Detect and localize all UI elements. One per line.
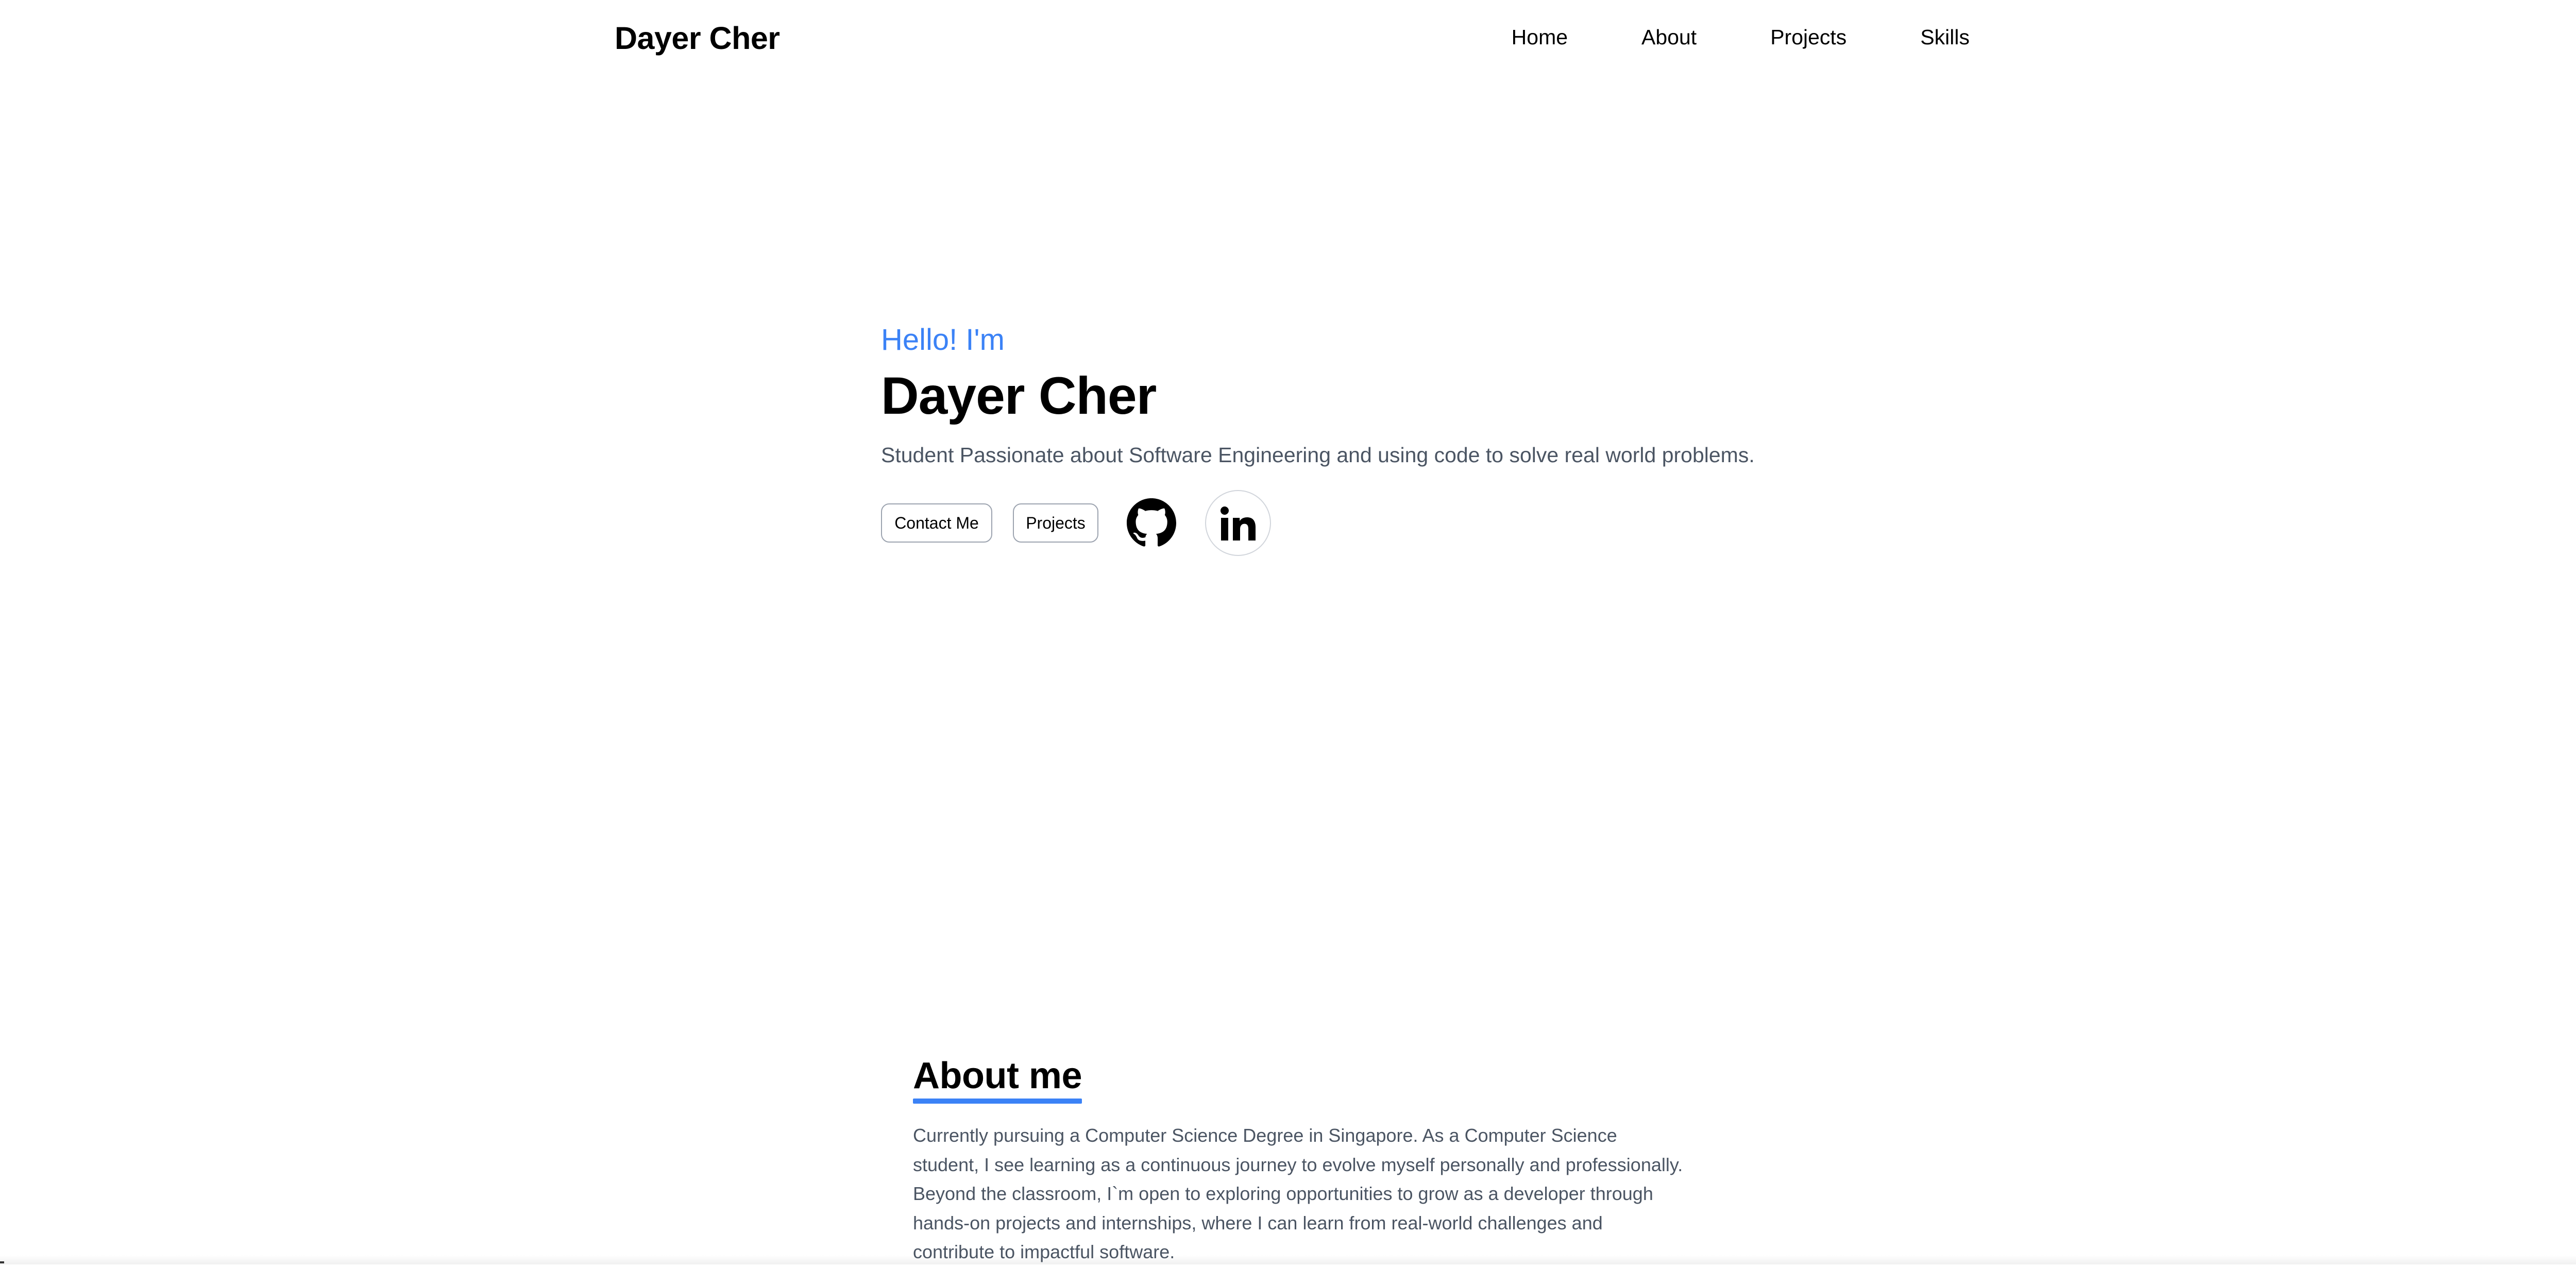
- hero-greeting: Hello! I'm: [881, 323, 1005, 357]
- hero-section: Hello! I'm Dayer Cher Student Passionate…: [881, 319, 1860, 556]
- bottom-shadow: [0, 1255, 2576, 1264]
- nav-about[interactable]: About: [1641, 22, 1697, 53]
- contact-me-button[interactable]: Contact Me: [881, 503, 992, 543]
- github-icon: [1127, 498, 1176, 547]
- about-line: Beyond the classroom, I`m open to explor…: [913, 1183, 1653, 1204]
- site-header: Dayer Cher Home About Projects Skills: [615, 0, 1970, 77]
- about-heading-underline: [913, 1099, 1082, 1104]
- projects-button[interactable]: Projects: [1013, 503, 1098, 543]
- github-link[interactable]: [1127, 498, 1176, 548]
- about-line: hands-on projects and internships, where…: [913, 1212, 1603, 1234]
- hero-actions: Contact Me Projects: [881, 489, 1271, 556]
- about-section: About me Currently pursuing a Computer S…: [913, 1051, 1717, 1267]
- about-line: student, I see learning as a continuous …: [913, 1154, 1683, 1175]
- about-paragraph: Currently pursuing a Computer Science De…: [913, 1121, 1717, 1267]
- about-heading-text: About me: [913, 1055, 1082, 1096]
- about-line: Currently pursuing a Computer Science De…: [913, 1125, 1617, 1146]
- nav-home[interactable]: Home: [1512, 22, 1568, 53]
- linkedin-icon: [1221, 506, 1256, 540]
- hero-tagline: Student Passionate about Software Engine…: [881, 443, 1755, 467]
- about-heading: About me: [913, 1051, 1082, 1104]
- brand-logo[interactable]: Dayer Cher: [615, 16, 780, 60]
- hero-name: Dayer Cher: [881, 366, 1157, 425]
- main-nav: Home About Projects Skills: [1512, 22, 1970, 53]
- edge-mark: [0, 1261, 4, 1263]
- linkedin-link[interactable]: [1205, 490, 1271, 556]
- nav-projects[interactable]: Projects: [1770, 22, 1846, 53]
- nav-skills[interactable]: Skills: [1920, 22, 1970, 53]
